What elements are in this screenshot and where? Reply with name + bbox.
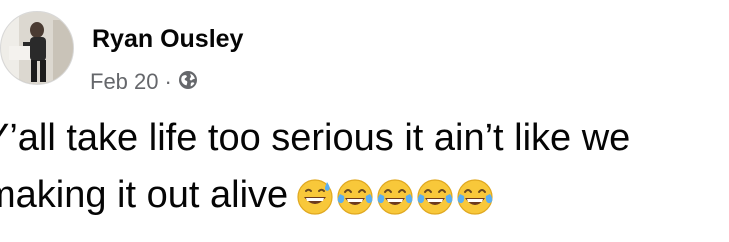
- avatar[interactable]: [0, 11, 74, 85]
- tears-of-joy-emoji: [376, 178, 414, 216]
- post-text: Y’all take life too serious it ain’t lik…: [0, 110, 729, 224]
- avatar-photo: [1, 12, 73, 84]
- emoji-row: [296, 178, 494, 216]
- post-text-line-2: making it out alive: [0, 174, 289, 216]
- meta-separator: ·: [164, 69, 172, 94]
- post-meta: Feb 20 ·: [90, 68, 198, 96]
- globe-icon: [178, 70, 198, 94]
- tears-of-joy-emoji: [336, 178, 374, 216]
- post-header: Ryan Ousley Feb 20 ·: [0, 0, 729, 100]
- author-name[interactable]: Ryan Ousley: [92, 27, 243, 52]
- post-date[interactable]: Feb 20: [90, 71, 159, 93]
- grinning-sweat-emoji: [296, 178, 334, 216]
- post-text-line-2-container: making it out alive: [0, 167, 729, 224]
- post-text-line-1: Y’all take life too serious it ain’t lik…: [0, 117, 631, 159]
- tears-of-joy-emoji: [456, 178, 494, 216]
- tears-of-joy-emoji: [416, 178, 454, 216]
